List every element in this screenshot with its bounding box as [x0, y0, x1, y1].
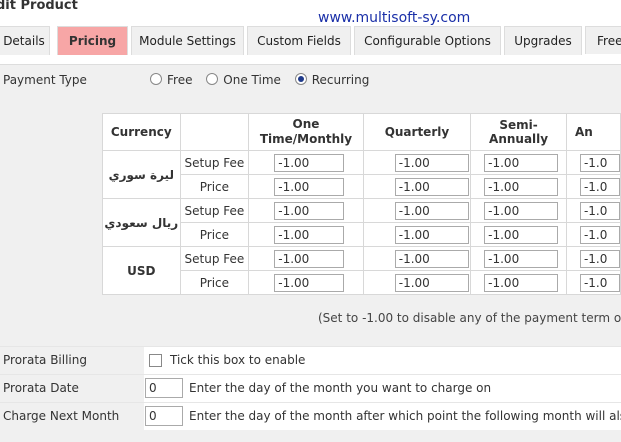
- fee-type-label: Price: [179, 222, 250, 247]
- price-input[interactable]: [579, 249, 620, 268]
- price-input[interactable]: [484, 249, 559, 268]
- table-row: ريال سعودي Setup Fee: [102, 198, 621, 247]
- prorata-billing-row: Prorata Billing Tick this box to enable: [0, 346, 621, 374]
- price-input[interactable]: [484, 153, 559, 172]
- radio-free-label: Free: [167, 73, 193, 87]
- radio-one-time[interactable]: [206, 73, 219, 85]
- fee-type-label: Setup Fee: [179, 198, 250, 223]
- price-input[interactable]: [579, 177, 620, 196]
- tab-free[interactable]: Free: [585, 26, 621, 54]
- table-row: Price: [103, 270, 621, 295]
- currency-usd: USD: [102, 246, 181, 295]
- prorata-billing-checkbox[interactable]: [149, 354, 162, 367]
- prorata-billing-label: Prorata Billing: [0, 347, 144, 374]
- price-input[interactable]: [484, 177, 559, 196]
- radio-free[interactable]: [150, 73, 162, 85]
- price-input[interactable]: [579, 273, 620, 292]
- radio-recurring-label: Recurring: [311, 73, 370, 87]
- price-input[interactable]: [394, 201, 469, 220]
- header-one-time-monthly: One Time/Monthly: [248, 113, 364, 151]
- tab-bar: Details Pricing Module Settings Custom F…: [0, 26, 621, 56]
- payment-type-label: Payment Type: [3, 73, 87, 87]
- prorata-billing-text: Tick this box to enable: [170, 353, 306, 367]
- price-input[interactable]: [394, 153, 469, 172]
- charge-next-month-help: Enter the day of the month after which p…: [189, 409, 621, 423]
- tab-configurable-options[interactable]: Configurable Options: [354, 26, 501, 55]
- table-row: ليرة سوري Setup Fee: [102, 150, 621, 199]
- charge-next-month-input[interactable]: [145, 406, 183, 426]
- prorata-date-help: Enter the day of the month you want to c…: [189, 381, 492, 395]
- price-input[interactable]: [274, 249, 345, 268]
- price-input[interactable]: [394, 177, 469, 196]
- price-input[interactable]: [394, 225, 469, 244]
- prorata-date-input[interactable]: [145, 378, 183, 398]
- page-title: dit Product: [0, 0, 78, 13]
- payment-type-options: Free One Time Recurring: [150, 73, 379, 87]
- tab-upgrades[interactable]: Upgrades: [504, 26, 582, 55]
- header-quarterly: Quarterly: [362, 113, 472, 151]
- currency-syp: ليرة سوري: [102, 150, 181, 199]
- tab-details[interactable]: Details: [0, 26, 50, 55]
- radio-recurring[interactable]: [294, 73, 307, 85]
- tab-custom-fields[interactable]: Custom Fields: [247, 26, 351, 55]
- price-input[interactable]: [484, 201, 559, 220]
- table-row: Price: [103, 174, 621, 199]
- currency-sar: ريال سعودي: [102, 198, 181, 247]
- price-input[interactable]: [579, 153, 620, 172]
- pricing-table: Currency One Time/Monthly Quarterly Semi…: [102, 113, 621, 295]
- prorata-date-row: Prorata Date Enter the day of the month …: [0, 374, 621, 402]
- tab-module-settings[interactable]: Module Settings: [131, 26, 244, 55]
- price-input[interactable]: [394, 249, 469, 268]
- price-input[interactable]: [274, 225, 345, 244]
- header-semi-annually: Semi-Annually: [470, 113, 567, 151]
- price-input[interactable]: [274, 153, 345, 172]
- header-currency: Currency: [102, 113, 181, 151]
- price-input[interactable]: [274, 177, 345, 196]
- watermark-text: www.multisoft-sy.com: [318, 10, 471, 26]
- price-input[interactable]: [579, 201, 620, 220]
- charge-next-month-row: Charge Next Month Enter the day of the m…: [0, 402, 621, 430]
- pricing-panel: Payment Type Free One Time Recurring Cur…: [0, 64, 621, 442]
- header-fee-type: [179, 113, 250, 151]
- price-input[interactable]: [274, 201, 345, 220]
- table-row: USD Setup Fee: [102, 246, 621, 295]
- fee-type-label: Setup Fee: [179, 246, 250, 271]
- radio-one-time-label: One Time: [223, 73, 281, 87]
- fee-type-label: Price: [179, 270, 250, 295]
- price-input[interactable]: [484, 273, 559, 292]
- charge-next-month-label: Charge Next Month: [0, 403, 144, 430]
- payment-term-note: (Set to -1.00 to disable any of the paym…: [318, 311, 621, 325]
- tab-pricing[interactable]: Pricing: [57, 26, 128, 55]
- price-input[interactable]: [579, 225, 620, 244]
- header-annually: An: [565, 113, 621, 151]
- price-input[interactable]: [394, 273, 469, 292]
- fee-type-label: Price: [179, 174, 250, 199]
- price-input[interactable]: [274, 273, 345, 292]
- price-input[interactable]: [484, 225, 559, 244]
- table-row: Price: [103, 222, 621, 247]
- fee-type-label: Setup Fee: [179, 150, 250, 175]
- table-header-row: Currency One Time/Monthly Quarterly Semi…: [102, 113, 621, 151]
- prorata-date-label: Prorata Date: [0, 375, 144, 402]
